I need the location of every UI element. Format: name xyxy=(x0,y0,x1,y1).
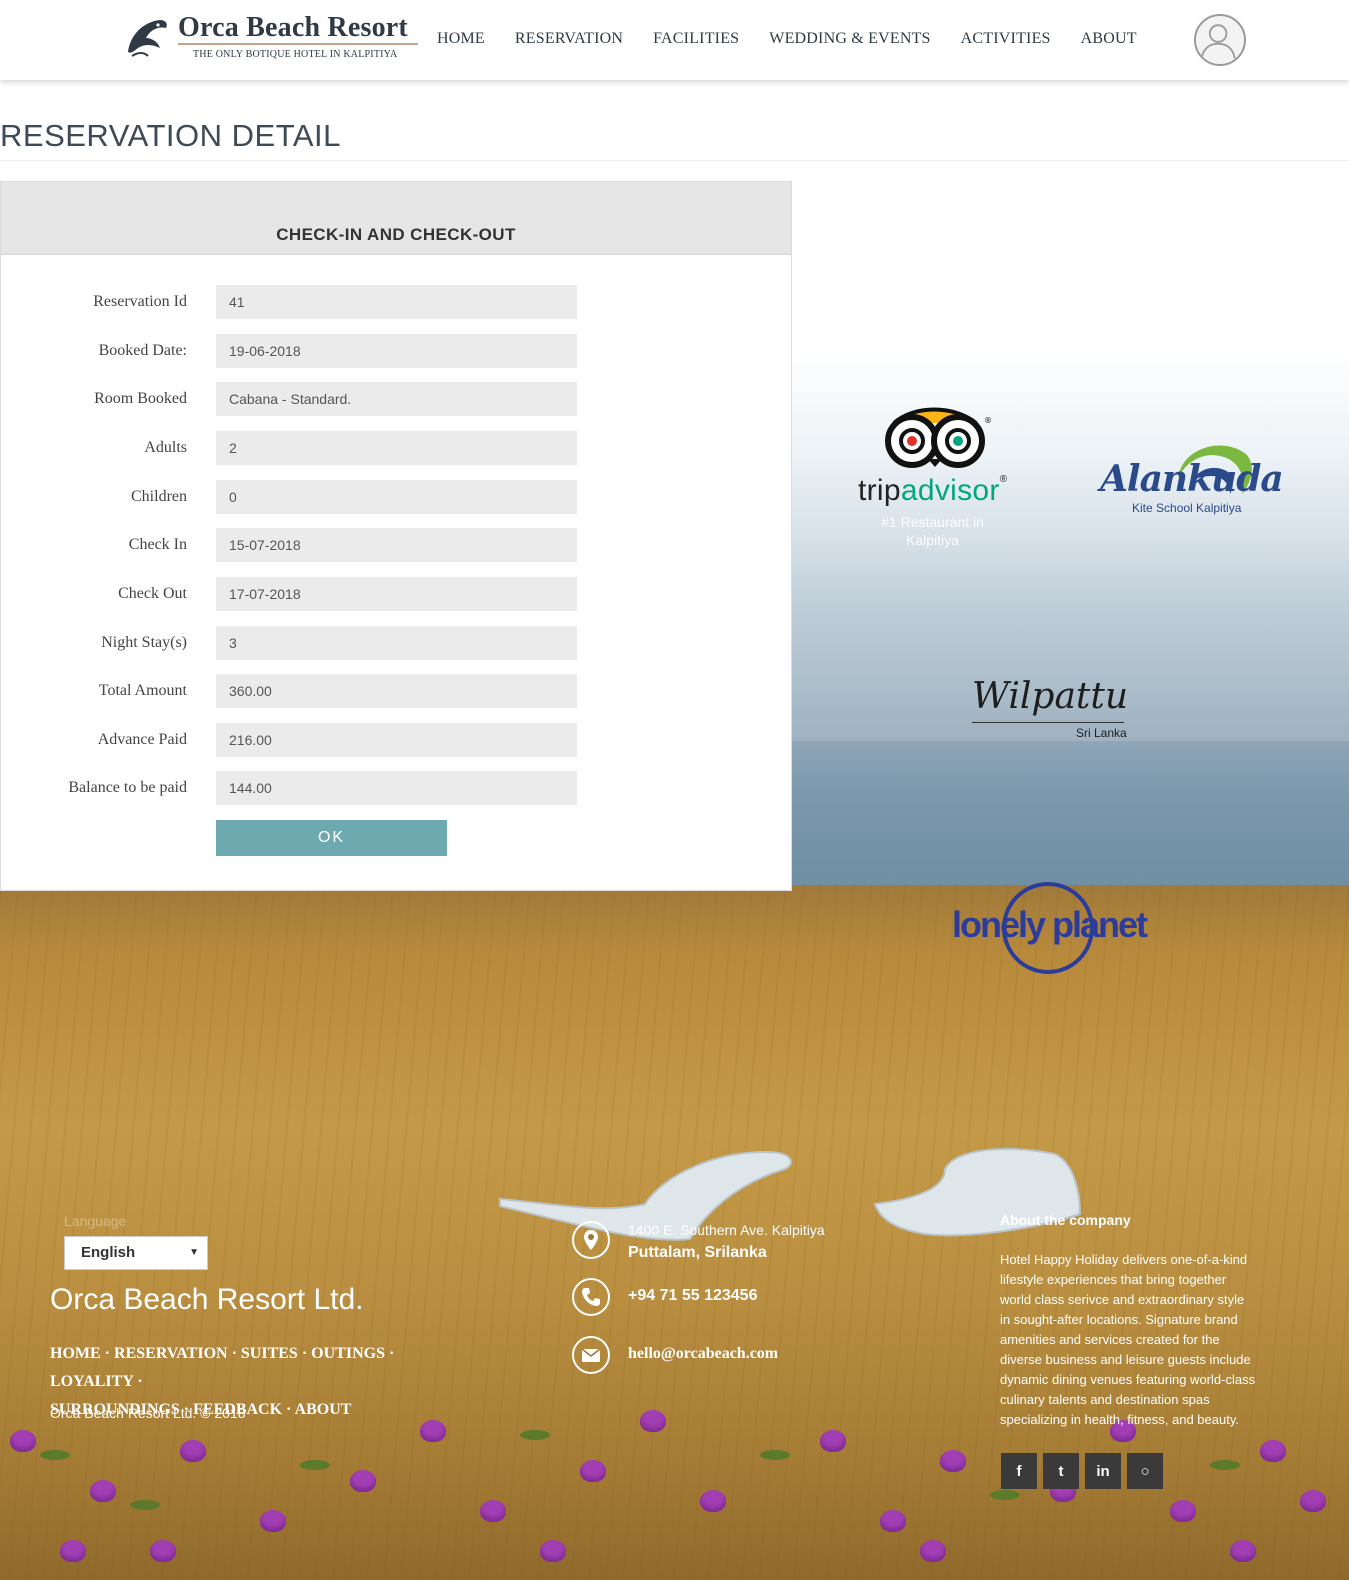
field-label: Advance Paid xyxy=(97,731,187,748)
field-advance-paid: Advance Paid xyxy=(1,723,791,757)
field-check-in: Check In xyxy=(1,528,791,562)
lonely-planet-logo[interactable]: lonely planet xyxy=(952,904,1148,946)
field-total-amount: Total Amount xyxy=(1,674,791,708)
nav-home[interactable]: HOME xyxy=(437,30,485,48)
alankuda-subtitle: Kite School Kalpitiya xyxy=(1132,501,1242,515)
reservation-card: CHECK-IN AND CHECK-OUT Reservation Id Bo… xyxy=(0,181,792,891)
address-line-1: 1400 E. Southern Ave. Kalpitiya xyxy=(628,1222,825,1238)
nav-reservation[interactable]: RESERVATION xyxy=(515,30,623,48)
linkedin-icon[interactable]: in xyxy=(1085,1453,1121,1489)
booked-date-field[interactable] xyxy=(216,334,577,368)
wilpattu-logo[interactable]: Wilpattu xyxy=(972,676,1128,717)
language-value: English xyxy=(81,1244,136,1261)
tripadvisor-logo[interactable]: tripadvisor® xyxy=(858,474,1007,508)
total-amount-field[interactable] xyxy=(216,674,577,708)
ok-button[interactable]: OK xyxy=(216,820,447,856)
card-heading: CHECK-IN AND CHECK-OUT xyxy=(276,225,516,244)
copyright-text: Orca Beach Resort Ltd. © 2018 xyxy=(50,1405,246,1421)
facebook-icon[interactable]: f xyxy=(1001,1453,1037,1489)
svg-text:®: ® xyxy=(984,416,992,425)
field-booked-date: Booked Date: xyxy=(1,334,791,368)
language-select[interactable]: English ▼ xyxy=(64,1236,208,1270)
envelope-icon xyxy=(572,1336,610,1374)
footer-link-reservation[interactable]: RESERVATION xyxy=(114,1345,228,1362)
footer-link-outings[interactable]: OUTINGS xyxy=(311,1345,385,1362)
field-label: Balance to be paid xyxy=(68,779,187,796)
wilpattu-subtitle: Sri Lanka xyxy=(1076,726,1127,740)
phone-number[interactable]: +94 71 55 123456 xyxy=(628,1287,757,1305)
main-nav: HOME RESERVATION FACILITIES WEDDING & EV… xyxy=(437,30,1137,48)
children-field[interactable] xyxy=(216,480,577,514)
field-balance: Balance to be paid xyxy=(1,771,791,805)
field-label: Children xyxy=(131,488,187,505)
chevron-down-icon: ▼ xyxy=(189,1247,199,1258)
about-text: Hotel Happy Holiday delivers one-of-a-ki… xyxy=(1000,1252,1256,1427)
nav-about[interactable]: ABOUT xyxy=(1081,30,1137,48)
orca-logo-icon xyxy=(128,20,167,57)
field-label: Reservation Id xyxy=(93,293,187,310)
night-stays-field[interactable] xyxy=(216,626,577,660)
footer-link-home[interactable]: HOME xyxy=(50,1345,101,1362)
email-link[interactable]: hello@orcabeach.com xyxy=(628,1345,778,1363)
field-label: Check Out xyxy=(118,585,187,602)
nav-activities[interactable]: ACTIVITIES xyxy=(961,30,1051,48)
advance-paid-field[interactable] xyxy=(216,723,577,757)
phone-icon xyxy=(572,1278,610,1316)
site-header: Orca Beach Resort THE ONLY BOTIQUE HOTEL… xyxy=(0,0,1349,80)
adults-field[interactable] xyxy=(216,431,577,465)
check-out-field[interactable] xyxy=(216,577,577,611)
nav-wedding-events[interactable]: WEDDING & EVENTS xyxy=(769,30,930,48)
wilpattu-underline xyxy=(972,722,1124,723)
balance-field[interactable] xyxy=(216,771,577,805)
field-label: Total Amount xyxy=(98,682,187,699)
user-avatar-icon[interactable] xyxy=(1194,14,1246,66)
map-marker-icon xyxy=(572,1221,610,1259)
address-line-2: Puttalam, Srilanka xyxy=(628,1244,767,1261)
room-booked-field[interactable] xyxy=(216,382,577,416)
field-label: Check In xyxy=(128,536,187,553)
logo-divider xyxy=(178,43,418,45)
field-children: Children xyxy=(1,480,791,514)
page-title: RESERVATION DETAIL xyxy=(0,118,341,153)
reservation-id-field[interactable] xyxy=(216,285,577,319)
site-logo[interactable]: Orca Beach Resort THE ONLY BOTIQUE HOTEL… xyxy=(122,12,422,64)
brand-tagline: THE ONLY BOTIQUE HOTEL IN KALPITIYA xyxy=(193,49,398,60)
field-reservation-id: Reservation Id xyxy=(1,285,791,319)
title-divider xyxy=(0,160,1349,161)
field-label: Adults xyxy=(144,439,187,456)
nav-facilities[interactable]: FACILITIES xyxy=(653,30,739,48)
footer-company-name: Orca Beach Resort Ltd. xyxy=(50,1283,364,1316)
field-check-out: Check Out xyxy=(1,577,791,611)
check-in-field[interactable] xyxy=(216,528,577,562)
field-label: Booked Date: xyxy=(98,342,187,359)
field-label: Room Booked xyxy=(94,390,187,407)
field-adults: Adults xyxy=(1,431,791,465)
twitter-icon[interactable]: t xyxy=(1043,1453,1079,1489)
brand-name: Orca Beach Resort xyxy=(178,12,408,43)
field-night-stays: Night Stay(s) xyxy=(1,626,791,660)
github-icon[interactable]: ○ xyxy=(1127,1453,1163,1489)
field-room-booked: Room Booked xyxy=(1,382,791,416)
field-label: Night Stay(s) xyxy=(101,634,187,651)
footer-link-suites[interactable]: SUITES xyxy=(241,1345,298,1362)
footer-link-about[interactable]: ABOUT xyxy=(295,1401,352,1418)
tripadvisor-subtitle: #1 Restaurant in Kalpitiya xyxy=(881,514,984,548)
about-heading: About the company xyxy=(1000,1212,1131,1228)
footer-link-loyality[interactable]: LOYALITY xyxy=(50,1373,133,1390)
tripadvisor-owl-icon: ® xyxy=(885,407,992,468)
language-label: Language xyxy=(64,1213,127,1229)
alankuda-logo[interactable]: Alankuda xyxy=(1100,458,1284,500)
